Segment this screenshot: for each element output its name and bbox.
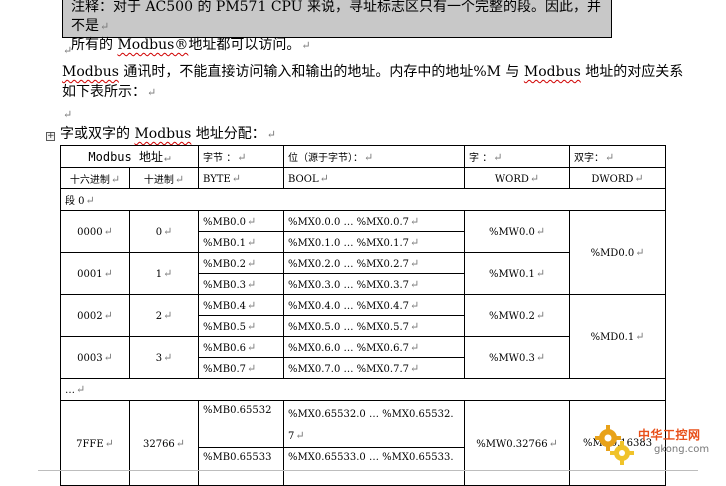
hex-cell: 7FFE↵ [60,400,130,486]
byte-cell: %MB0.2↵ [198,252,285,274]
bool-cell: %MX0.5.0 … %MX0.5.7↵ [283,315,466,337]
segment-label: 段 0↵ [59,188,667,211]
hex-cell: 0001↵ [60,252,130,295]
bool-cell: %MX0.2.0 … %MX0.2.7↵ [283,252,466,274]
dec-cell: 32766↵ [128,400,200,486]
paragraph-mark: ↵ [100,20,110,33]
gear-logo-icon [595,425,634,465]
table-row: 7FFE↵ 32766↵ %MB0.65532 %MX0.65532.0 … %… [60,400,667,486]
byte-cell: %MB0.65533 [198,447,285,486]
word-cell: %MW0.32766↵ [464,400,571,486]
watermark-name: 中华工控网 [638,428,701,442]
word-cell: %MW0.3↵ [464,336,571,379]
byte-cell: %MB0.1↵ [198,231,285,253]
bool-cell: %MX0.7.0 … %MX0.7.7↵ [283,357,466,379]
spell-check-word: Modbus [134,126,192,142]
table-move-handle-icon[interactable]: + [46,132,55,141]
header-byte: 字节 ：↵ [198,145,285,168]
hex-cell: 0002↵ [60,294,130,337]
table-row: 0000↵ 0↵ %MB0.0↵ %MX0.0.0 … %MX0.0.7↵ %M… [60,210,667,295]
dec-cell: 1↵ [128,252,200,295]
empty-paragraph: ↵ [62,104,72,125]
header-hex: 十六进制↵ [60,167,130,189]
ellipsis-row: …↵ [59,378,667,401]
paragraph-mark: ↵ [63,108,73,121]
table-subheader-row: 十六进制↵ 十进制↵ BYTE↵ BOOL↵ WORD↵ DWORD↵ [60,167,667,189]
bool-cell: %MX0.1.0 … %MX0.1.7↵ [283,231,466,253]
note-box: 注释：对于 AC500 的 PM571 CPU 来说，寻址标志区只有一个完整的段… [62,0,612,53]
paragraph-mark: ↵ [266,128,277,141]
bool-cell: %MX0.0.0 … %MX0.0.7↵ [283,210,466,232]
byte-cell: %MB0.6↵ [198,336,285,358]
header-bool: 位（源于字节）：↵ [283,145,466,168]
header-word: 字 ：↵ [464,145,571,168]
word-cell: %MW0.2↵ [464,294,571,337]
spell-check-word: Modbus [62,64,119,80]
table-caption: 字或双字的 Modbus 地址分配：↵ [60,126,277,142]
paragraph-mark: ↵ [301,39,311,52]
page-edge-line [38,470,698,471]
byte-cell: %MB0.5↵ [198,315,285,337]
header-byte-type: BYTE↵ [198,167,285,189]
header-bool-type: BOOL↵ [283,167,466,189]
table-header-row: Modbus 地址↵ 字节 ：↵ 位（源于字节）：↵ 字 ：↵ 双字：↵ [59,145,667,168]
word-cell: %MW0.1↵ [464,252,571,295]
table-row: 0002↵ 2↵ %MB0.4↵ %MX0.4.0 … %MX0.4.7↵ %M… [60,294,667,379]
empty-paragraph: ↵ [62,40,72,61]
header-modbus-address: Modbus 地址↵ [59,145,200,168]
bool-cell: %MX0.65532.0 … %MX0.65532. 7↵ [283,400,466,448]
paragraph-mark: ↵ [147,86,157,99]
note-line-1: 注释：对于 AC500 的 PM571 CPU 来说，寻址标志区只有一个完整的段… [71,0,601,34]
header-word-type: WORD↵ [464,167,571,189]
bool-cell: %MX0.65533.0 … %MX0.65533. [283,447,466,486]
ellipsis-label: …↵ [59,378,667,401]
spell-check-word: Modbus® [117,37,189,53]
body-paragraph: Modbus 通讯时，不能直接访问输入和输出的地址。内存中的地址%M 与 Mod… [62,64,684,100]
segment-row: 段 0↵ [59,188,667,211]
paragraph-mark: ↵ [63,44,73,57]
spell-check-word: Modbus [523,64,581,80]
dec-cell: 2↵ [128,294,200,337]
byte-cell: %MB0.7↵ [198,357,285,379]
byte-cell: %MB0.4↵ [198,294,285,316]
bool-cell: %MX0.3.0 … %MX0.3.7↵ [283,273,466,295]
header-dec: 十进制↵ [128,167,200,189]
bool-cell: %MX0.6.0 … %MX0.6.7↵ [283,336,466,358]
bool-cell: %MX0.4.0 … %MX0.4.7↵ [283,294,466,316]
watermark-url: gkong.com [654,444,710,455]
note-line-2: 所有的 Modbus®地址都可以访问。↵ [71,37,311,53]
word-cell: %MW0.0↵ [464,210,571,253]
byte-cell: %MB0.65532 [198,400,285,448]
dec-cell: 0↵ [128,210,200,253]
byte-cell: %MB0.3↵ [198,273,285,295]
dword-cell: %MD0.1↵ [569,294,667,379]
hex-cell: 0000↵ [60,210,130,253]
header-dword: 双字：↵ [569,145,667,168]
header-dword-type: DWORD↵ [569,167,667,189]
dword-cell: %MD0.0↵ [569,210,667,295]
modbus-address-table: Modbus 地址↵ 字节 ：↵ 位（源于字节）：↵ 字 ：↵ 双字：↵ 十六进… [59,145,667,486]
dec-cell: 3↵ [128,336,200,379]
watermark: 中华工控网 gkong.com [590,418,724,470]
hex-cell: 0003↵ [60,336,130,379]
byte-cell: %MB0.0↵ [198,210,285,232]
